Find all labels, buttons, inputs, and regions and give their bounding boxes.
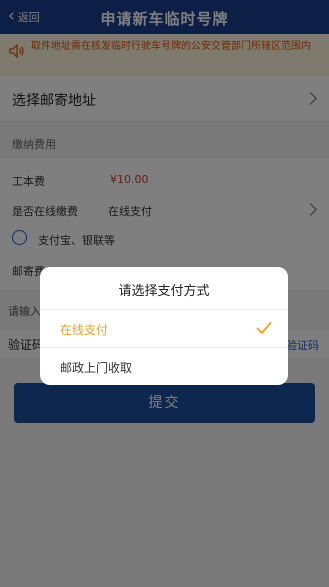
payment-method-dialog: 请选择支付方式 在线支付 邮政上门收取 bbox=[40, 267, 288, 385]
option-label: 邮政上门收取 bbox=[60, 361, 133, 375]
option-postal-pickup[interactable]: 邮政上门收取 bbox=[40, 347, 288, 385]
checkmark-icon bbox=[256, 322, 272, 334]
option-online-pay[interactable]: 在线支付 bbox=[40, 309, 288, 347]
dialog-title: 请选择支付方式 bbox=[118, 284, 210, 299]
option-label: 在线支付 bbox=[60, 323, 109, 337]
